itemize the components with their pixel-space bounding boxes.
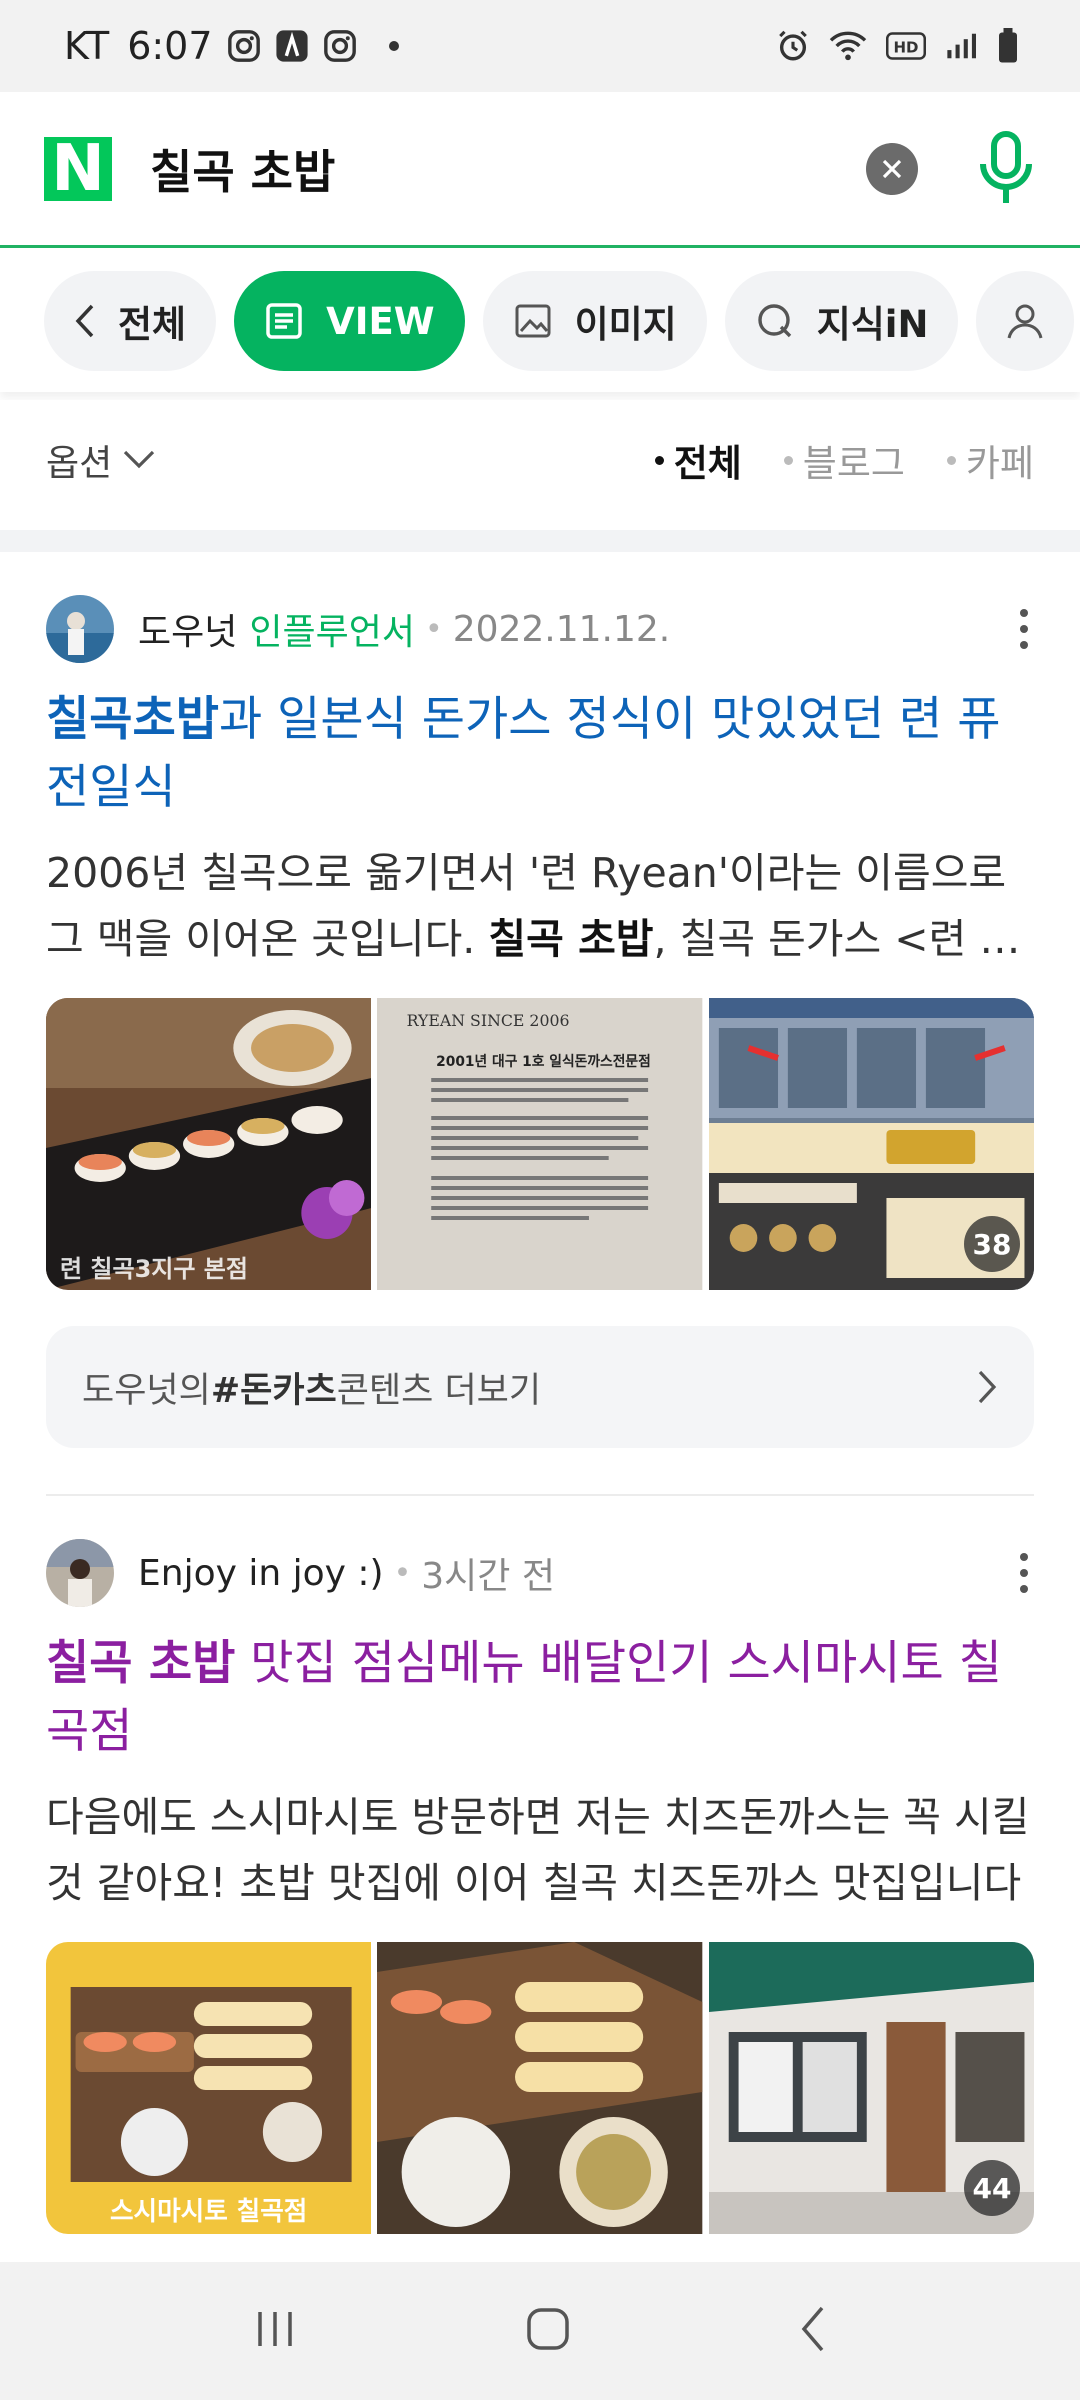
image-caption: 스시마시토 칠곡점 bbox=[110, 2197, 307, 2227]
thumbnail-exterior[interactable]: 44 bbox=[708, 1942, 1034, 2234]
divider bbox=[46, 1494, 1034, 1496]
microphone-icon bbox=[980, 130, 1032, 203]
signal-icon bbox=[944, 31, 978, 61]
chevron-left-icon bbox=[75, 304, 94, 338]
document-icon bbox=[266, 303, 302, 339]
svg-text:2001년 대구 1호 일식돈까스전문점: 2001년 대구 1호 일식돈까스전문점 bbox=[436, 1053, 651, 1070]
filter-label: 전체 bbox=[673, 442, 742, 485]
tab-profile[interactable] bbox=[976, 271, 1075, 371]
search-tabs: 전체 VIEW 이미지 지식iN bbox=[0, 250, 1080, 392]
tab-view[interactable]: VIEW bbox=[234, 271, 465, 371]
post-card: Enjoy in joy :) • 3시간 전 칠곡 초밥 맛집 점심메뉴 배달… bbox=[0, 1538, 1080, 2234]
recent-apps-icon bbox=[258, 2312, 293, 2346]
home-button[interactable] bbox=[523, 2304, 573, 2358]
post-snippet[interactable]: 다음에도 스시마시토 방문하면 저는 치즈돈까스는 꼭 시킬 것 같아요! 초밥… bbox=[46, 1784, 1034, 1916]
chevron-down-icon bbox=[124, 450, 155, 469]
more-text: 콘텐츠 더보기 bbox=[336, 1370, 542, 1411]
instagram-icon bbox=[227, 29, 261, 63]
alarm-icon bbox=[776, 29, 810, 63]
battery-icon bbox=[996, 28, 1020, 64]
tab-kin[interactable]: 지식iN bbox=[724, 271, 959, 371]
search-bar: N 칠곡 초밥 bbox=[0, 92, 1080, 248]
svg-text:HD: HD bbox=[893, 38, 918, 56]
options-dropdown[interactable]: 옵션 bbox=[46, 434, 156, 486]
person-icon bbox=[1007, 304, 1043, 339]
post-date: 3시간 전 bbox=[421, 1556, 555, 1597]
chevron-right-icon bbox=[978, 1370, 997, 1404]
app-icon bbox=[275, 29, 309, 63]
post-card: 도우넛 인플루언서 • 2022.11.12. 칠곡초밥과 일본식 돈가스 정식… bbox=[0, 594, 1080, 1448]
author-name[interactable]: 도우넛 bbox=[138, 603, 237, 655]
post-thumbnails[interactable]: 련 칠곡3지구 본점 RYEAN SINCE 2006 2001년 대구 1호 … bbox=[46, 998, 1034, 1290]
tab-label: 지식iN bbox=[816, 303, 929, 346]
back-button[interactable] bbox=[798, 2304, 828, 2358]
image-icon bbox=[515, 304, 551, 338]
section-separator bbox=[0, 530, 1080, 552]
hd-icon: HD bbox=[886, 31, 926, 61]
recent-apps-button[interactable] bbox=[252, 2306, 298, 2356]
image-count-badge: 44 bbox=[963, 2160, 1020, 2216]
post-thumbnails[interactable]: 스시마시토 칠곡점 44 bbox=[46, 1942, 1034, 2234]
source-filters: 전체 블로그 카페 bbox=[654, 433, 1034, 487]
instagram-icon bbox=[323, 29, 357, 63]
more-tag: #돈카츠 bbox=[210, 1370, 337, 1411]
q-icon bbox=[758, 304, 791, 338]
options-row: 옵션 전체 블로그 카페 bbox=[0, 400, 1080, 520]
image-caption: 련 칠곡3지구 본점 bbox=[60, 1255, 248, 1283]
wifi-icon bbox=[828, 29, 868, 63]
post-snippet[interactable]: 2006년 칠곡으로 옮기면서 '련 Ryean'이라는 이름으로 그 맥을 이… bbox=[46, 840, 1034, 972]
clear-search-button[interactable] bbox=[866, 142, 918, 195]
tab-label: 이미지 bbox=[574, 303, 677, 346]
title-keyword: 칠곡초밥 bbox=[46, 692, 219, 747]
naver-logo[interactable]: N bbox=[44, 136, 112, 201]
more-content-button[interactable]: 도우넛의 #돈카츠 콘텐츠 더보기 bbox=[46, 1326, 1034, 1448]
tab-all[interactable]: 전체 bbox=[44, 271, 217, 371]
filter-all[interactable]: 전체 bbox=[654, 433, 742, 487]
home-icon bbox=[527, 2308, 569, 2350]
image-count-badge: 38 bbox=[963, 1216, 1020, 1272]
filter-blog[interactable]: 블로그 bbox=[783, 433, 905, 487]
thumbnail-menu-plate[interactable] bbox=[377, 1942, 703, 2234]
post-title-link[interactable]: 칠곡초밥과 일본식 돈가스 정식이 맛있었던 련 퓨전일식 bbox=[46, 686, 1034, 822]
thumbnail-menu-yellow[interactable]: 스시마시토 칠곡점 bbox=[46, 1942, 372, 2234]
post-date: 2022.11.12. bbox=[452, 608, 671, 650]
snippet-text: 다음에도 스시마시토 방문하면 저는 치즈돈까스는 꼭 시킬 것 같아요! 초밥… bbox=[46, 1793, 1030, 1907]
tab-images[interactable]: 이미지 bbox=[482, 271, 707, 371]
notification-dot-icon bbox=[388, 41, 399, 51]
status-bar: KT 6:07 HD bbox=[0, 0, 1080, 92]
system-nav-bar bbox=[0, 2262, 1080, 2400]
filter-cafe[interactable]: 카페 bbox=[946, 433, 1034, 487]
voice-search-button[interactable] bbox=[976, 129, 1036, 209]
filter-label: 카페 bbox=[965, 442, 1034, 485]
thumbnail-storefront[interactable]: 38 bbox=[708, 998, 1034, 1290]
filter-label: 블로그 bbox=[802, 442, 905, 485]
options-label: 옵션 bbox=[46, 443, 113, 484]
post-title-link[interactable]: 칠곡 초밥 맛집 점심메뉴 배달인기 스시마시토 칠곡점 bbox=[46, 1630, 1034, 1766]
back-icon bbox=[801, 2306, 823, 2352]
tab-label: VIEW bbox=[326, 299, 435, 343]
search-input[interactable]: 칠곡 초밥 bbox=[150, 136, 335, 202]
carrier-label: KT bbox=[64, 24, 110, 68]
snippet-keyword: 칠곡 초밥 bbox=[488, 915, 654, 963]
tab-label: 전체 bbox=[118, 303, 187, 346]
clock: 6:07 bbox=[127, 24, 213, 68]
avatar[interactable] bbox=[46, 595, 114, 663]
more-text: 도우넛의 bbox=[82, 1370, 211, 1411]
influencer-badge[interactable]: 인플루언서 bbox=[249, 603, 415, 655]
close-icon bbox=[882, 159, 902, 178]
title-keyword: 칠곡 초밥 bbox=[46, 1636, 236, 1691]
author-name[interactable]: Enjoy in joy :) bbox=[138, 1553, 384, 1594]
thumbnail-sign[interactable]: RYEAN SINCE 2006 2001년 대구 1호 일식돈까스전문점 bbox=[377, 998, 703, 1290]
avatar[interactable] bbox=[46, 1539, 114, 1607]
page: KT 6:07 HD N 칠곡 초밥 전체 VIEW 이미지 지식iN 옵션 전… bbox=[0, 0, 1080, 2400]
more-options-button[interactable] bbox=[1014, 1553, 1034, 1593]
svg-text:RYEAN SINCE 2006: RYEAN SINCE 2006 bbox=[407, 1011, 570, 1030]
more-options-button[interactable] bbox=[1014, 609, 1034, 649]
thumbnail-sushi[interactable]: 련 칠곡3지구 본점 bbox=[46, 998, 372, 1290]
